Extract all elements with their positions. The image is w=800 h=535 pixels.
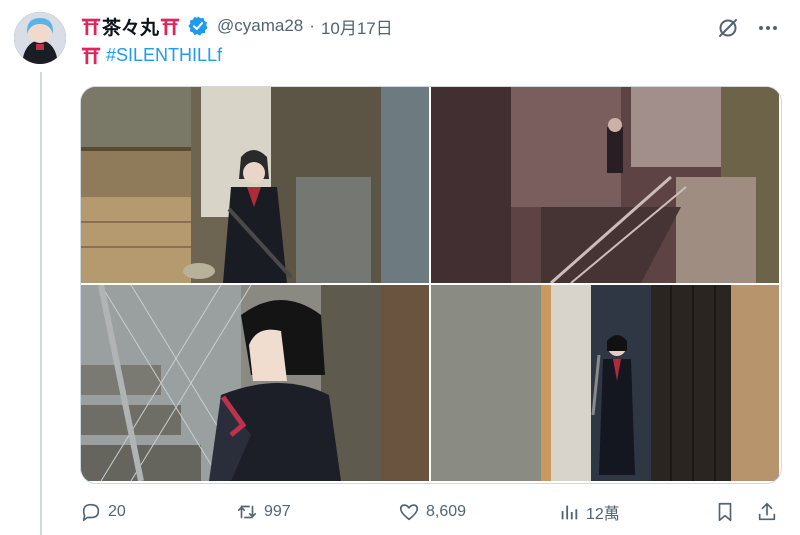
torii-icon (160, 18, 180, 36)
display-name-group[interactable]: 茶々丸 (80, 13, 209, 40)
display-name[interactable]: 茶々丸 (102, 13, 159, 40)
views-button[interactable]: 12萬 (558, 500, 620, 524)
tweet-text: #SILENTHILLf (80, 44, 222, 66)
like-button[interactable]: 8,609 (398, 501, 466, 523)
user-handle[interactable]: @cyama28 (217, 16, 303, 36)
share-icon (758, 502, 776, 521)
avatar[interactable] (14, 12, 66, 64)
repost-icon (237, 505, 257, 519)
tweet-date[interactable]: 10月17日 (321, 14, 393, 39)
bookmark-icon (718, 502, 732, 522)
like-count: 8,609 (426, 503, 467, 520)
media-photo-1[interactable] (81, 87, 429, 283)
media-photo-2[interactable] (431, 87, 779, 283)
tweet-header: 茶々丸 @cyama28 · 10月17日 (80, 12, 393, 40)
media-photo-4[interactable] (431, 285, 779, 481)
heart-icon (399, 504, 419, 521)
reply-button[interactable]: 20 (80, 501, 126, 523)
torii-icon (81, 18, 101, 36)
media-photo-3[interactable] (81, 285, 429, 481)
views-chart-icon (561, 505, 578, 520)
more-options-icon[interactable] (756, 16, 780, 40)
separator-dot: · (309, 16, 315, 35)
reply-icon (82, 503, 100, 522)
media-grid (80, 86, 782, 484)
reply-count: 20 (108, 503, 126, 520)
bookmark-button[interactable] (714, 501, 736, 523)
torii-icon (81, 47, 101, 65)
repost-button[interactable]: 997 (236, 501, 291, 523)
hashtag-link[interactable]: #SILENTHILLf (106, 45, 222, 66)
action-bar: 20 997 8,609 12萬 (80, 497, 780, 527)
share-button[interactable] (756, 501, 778, 523)
verified-badge-icon[interactable] (187, 15, 209, 37)
thread-line (40, 72, 42, 535)
grok-icon[interactable] (716, 16, 740, 40)
repost-count: 997 (264, 503, 291, 520)
views-count: 12萬 (586, 506, 620, 523)
